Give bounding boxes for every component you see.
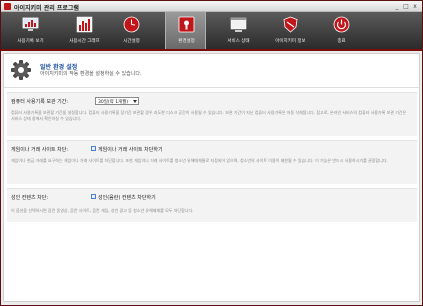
power-icon — [333, 16, 350, 33]
app-window: 아이지키미 관리 프로그램 _ □ x 사용기록 보기 사용시간 그래프 시간설… — [0, 0, 423, 306]
tool-exit[interactable]: 종료 — [321, 12, 362, 49]
maximize-button[interactable]: □ — [402, 3, 410, 10]
game-block-label: 게임이나 거래 사이트 차단: — [11, 147, 69, 153]
clock-icon — [123, 16, 140, 33]
game-block-checkbox-label[interactable]: 게임이나 거래 사이트 차단하기 — [98, 146, 163, 153]
adult-block-checkbox[interactable] — [91, 194, 96, 199]
shield-icon — [283, 16, 298, 33]
adult-block-description: 이 옵션을 선택하시면 음란 동영상, 음란 사이트, 음란 게임, 성인 광고… — [11, 208, 194, 213]
tool-usage-log[interactable]: 사용기록 보기 — [10, 12, 51, 49]
retention-period-select[interactable]: 30일(약 1개월) — [95, 97, 139, 105]
tool-label: 서비스 상태 — [227, 39, 250, 44]
tool-label: 시간설정 — [123, 39, 140, 44]
adult-block-checkbox-label[interactable]: 성인(음란) 컨텐츠 차단하기 — [98, 194, 156, 201]
retention-label: 컴퓨터 사용기록 보관 기간: — [11, 99, 69, 105]
main-toolbar: 사용기록 보기 사용시간 그래프 시간설정 환경설정 서비스 상태 아이지키미 … — [1, 12, 422, 51]
tool-label: 환경설정 — [178, 39, 195, 44]
settings-panel: 일반 환경 설정 아이지키미의 작동 환경을 설정하실 수 있습니다. 컴퓨터 … — [3, 53, 420, 302]
tool-about[interactable]: 아이지키미 정보 — [270, 12, 311, 49]
tool-label: 종료 — [337, 39, 346, 44]
tool-label: 아이지키미 정보 — [275, 39, 306, 44]
page-subtitle: 아이지키미의 작동 환경을 설정하실 수 있습니다. — [40, 71, 142, 77]
service-window-icon — [230, 17, 247, 32]
tool-usage-graph[interactable]: 사용시간 그래프 — [64, 12, 105, 49]
tool-label: 사용기록 보기 — [17, 39, 44, 44]
gear-icon — [11, 60, 31, 80]
game-block-description: 게임이나 현금 거래를 요구하는 게임이나 거래 사이트를 차단합니다. 또한 … — [11, 158, 388, 163]
settings-header: 일반 환경 설정 아이지키미의 작동 환경을 설정하실 수 있습니다. — [4, 54, 419, 88]
title-bar: 아이지키미 관리 프로그램 _ □ x — [1, 1, 422, 12]
tool-label: 사용시간 그래프 — [69, 39, 100, 44]
minimize-button[interactable]: _ — [393, 3, 401, 10]
bar-graph-icon — [76, 16, 93, 33]
game-block-checkbox[interactable] — [91, 146, 96, 151]
chevron-down-icon — [133, 100, 137, 103]
tool-service-status[interactable]: 서비스 상태 — [218, 12, 259, 49]
retention-section: 컴퓨터 사용기록 보관 기간: 30일(약 1개월) 컴퓨터 사용기록을 보관할… — [7, 92, 417, 136]
monitor-chart-icon — [22, 17, 39, 31]
tool-preferences[interactable]: 환경설정 — [165, 12, 206, 49]
app-logo-icon — [4, 3, 11, 10]
adult-block-label: 성인 컨텐츠 차단: — [11, 195, 49, 201]
tool-time-settings[interactable]: 시간설정 — [111, 12, 152, 49]
retention-period-value: 30일(약 1개월) — [98, 100, 129, 105]
close-button[interactable]: x — [411, 3, 419, 10]
retention-description: 컴퓨터 사용기록을 보관할 기간을 설정합니다. 컴퓨터 사용기록을 장기간 보… — [11, 110, 407, 121]
adult-block-section: 성인 컨텐츠 차단: 성인(음란) 컨텐츠 차단하기 이 옵션을 선택하시면 음… — [7, 188, 417, 222]
game-block-section: 게임이나 거래 사이트 차단: 게임이나 거래 사이트 차단하기 게임이나 현금… — [7, 140, 417, 184]
settings-safe-icon — [178, 16, 195, 33]
window-title: 아이지키미 관리 프로그램 — [14, 5, 79, 12]
